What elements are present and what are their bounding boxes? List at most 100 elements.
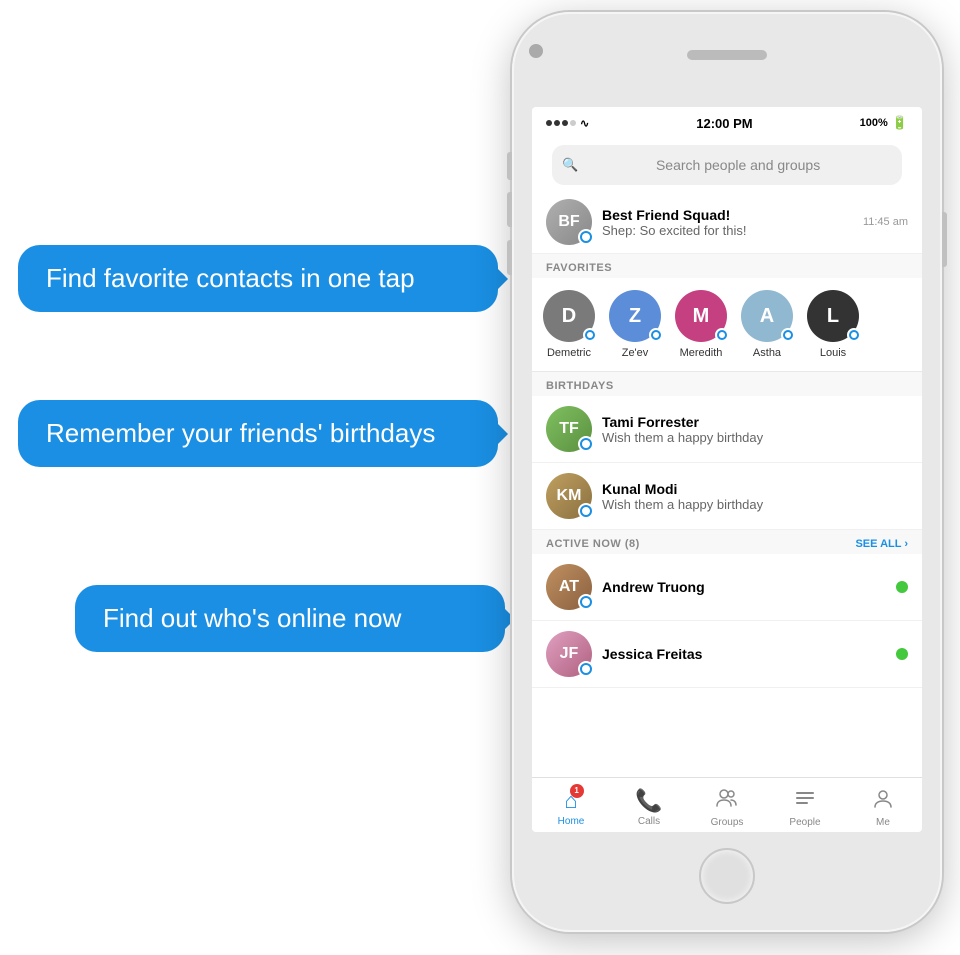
active-header: ACTIVE NOW (8) SEE ALL › xyxy=(532,530,922,554)
birthday-sub-tami: Wish them a happy birthday xyxy=(602,430,908,445)
status-time: 12:00 PM xyxy=(696,116,752,131)
favorite-item-zeev[interactable]: Z Ze'ev xyxy=(606,290,664,359)
callout-online-text: Find out who's online now xyxy=(103,603,401,634)
nav-calls-label: Calls xyxy=(638,816,660,827)
status-right: 100% 🔋 xyxy=(860,115,908,131)
birthday-item-kunal[interactable]: KM Kunal Modi Wish them a happy birthday xyxy=(532,463,922,530)
message-time: 11:45 am xyxy=(863,216,908,228)
online-indicator-jessica xyxy=(896,648,908,660)
birthdays-section-header: BIRTHDAYS xyxy=(532,372,922,396)
battery-icon: 🔋 xyxy=(892,115,908,131)
fav-name-zeev: Ze'ev xyxy=(622,347,649,359)
online-indicator-andrew xyxy=(896,581,908,593)
phone-frame: ∿ 12:00 PM 100% 🔋 🔍 Search people and gr… xyxy=(512,12,942,932)
active-item-andrew[interactable]: AT Andrew Truong xyxy=(532,554,922,621)
birthday-info-kunal: Kunal Modi Wish them a happy birthday xyxy=(602,481,908,512)
fav-badge-meredith xyxy=(715,328,729,342)
fav-name-meredith: Meredith xyxy=(680,347,723,359)
home-button[interactable] xyxy=(699,848,755,904)
fav-badge-demetric xyxy=(583,328,597,342)
groups-icon xyxy=(716,787,738,815)
nav-home-label: Home xyxy=(558,816,585,827)
favorites-section-header: FAVORITES xyxy=(532,254,922,278)
active-badge-andrew xyxy=(578,594,594,610)
message-info: Best Friend Squad! Shep: So excited for … xyxy=(602,207,853,238)
signal-dot-4 xyxy=(570,120,576,126)
favorites-row: D Demetric Z Ze'ev xyxy=(532,278,922,372)
nav-groups-label: Groups xyxy=(711,817,744,828)
phone-screen: ∿ 12:00 PM 100% 🔋 🔍 Search people and gr… xyxy=(532,107,922,832)
nav-calls[interactable]: 📞 Calls xyxy=(610,784,688,827)
fav-badge-astha xyxy=(781,328,795,342)
fav-badge-louis xyxy=(847,328,861,342)
signal-dot-3 xyxy=(562,120,568,126)
birthday-badge-tami xyxy=(578,436,594,452)
nav-me-label: Me xyxy=(876,817,890,828)
birthday-badge-kunal xyxy=(578,503,594,519)
nav-people-label: People xyxy=(789,817,820,828)
fav-name-demetric: Demetric xyxy=(547,347,591,359)
callout-birthdays-text: Remember your friends' birthdays xyxy=(46,418,435,449)
active-item-jessica[interactable]: JF Jessica Freitas xyxy=(532,621,922,688)
callout-favorites-text: Find favorite contacts in one tap xyxy=(46,263,415,294)
favorite-item-meredith[interactable]: M Meredith xyxy=(672,290,730,359)
people-icon xyxy=(794,787,816,815)
message-preview[interactable]: BF Best Friend Squad! Shep: So excited f… xyxy=(532,191,922,254)
active-badge-jessica xyxy=(578,661,594,677)
phone-speaker xyxy=(687,50,767,60)
phone-outer: ∿ 12:00 PM 100% 🔋 🔍 Search people and gr… xyxy=(512,12,942,932)
birthday-name-tami: Tami Forrester xyxy=(602,414,908,430)
favorite-item-demetric[interactable]: D Demetric xyxy=(540,290,598,359)
active-title: ACTIVE NOW (8) xyxy=(546,538,640,550)
signal-dot-2 xyxy=(554,120,560,126)
fav-avatar-demetric: D xyxy=(543,290,595,342)
birthday-sub-kunal: Wish them a happy birthday xyxy=(602,497,908,512)
calls-icon: 📞 xyxy=(635,788,662,814)
me-icon xyxy=(872,787,894,815)
signal-dot-1 xyxy=(546,120,552,126)
search-icon: 🔍 xyxy=(562,157,578,173)
message-avatar-wrap: BF xyxy=(546,199,592,245)
message-preview-text: Shep: So excited for this! xyxy=(602,223,853,238)
wifi-indicator: ∿ xyxy=(580,117,589,130)
fav-avatar-zeev: Z xyxy=(609,290,661,342)
signal-dots xyxy=(546,120,576,126)
search-bar[interactable]: 🔍 Search people and groups xyxy=(552,145,902,185)
fav-avatar-astha: A xyxy=(741,290,793,342)
birthday-name-kunal: Kunal Modi xyxy=(602,481,908,497)
birthday-avatar-wrap-kunal: KM xyxy=(546,473,592,519)
birthday-avatar-wrap-tami: TF xyxy=(546,406,592,452)
see-all-button[interactable]: SEE ALL › xyxy=(855,538,908,550)
volume-up-button[interactable] xyxy=(507,192,512,227)
birthday-info-tami: Tami Forrester Wish them a happy birthda… xyxy=(602,414,908,445)
active-avatar-wrap-andrew: AT xyxy=(546,564,592,610)
birthday-item-tami[interactable]: TF Tami Forrester Wish them a happy birt… xyxy=(532,396,922,463)
battery-percent: 100% xyxy=(860,117,888,129)
power-button[interactable] xyxy=(942,212,947,267)
messenger-badge xyxy=(578,229,594,245)
home-badge: 1 xyxy=(570,784,584,798)
mute-button[interactable] xyxy=(507,152,512,180)
nav-people[interactable]: People xyxy=(766,783,844,828)
message-name: Best Friend Squad! xyxy=(602,207,853,223)
status-left: ∿ xyxy=(546,117,589,130)
nav-home[interactable]: ⌂ 1 Home xyxy=(532,784,610,827)
callout-favorites: Find favorite contacts in one tap xyxy=(18,245,498,312)
active-name-andrew: Andrew Truong xyxy=(602,579,886,595)
bottom-nav: ⌂ 1 Home 📞 Calls xyxy=(532,777,922,832)
active-name-jessica: Jessica Freitas xyxy=(602,646,886,662)
nav-me[interactable]: Me xyxy=(844,783,922,828)
volume-down-button[interactable] xyxy=(507,240,512,275)
favorite-item-louis[interactable]: L Louis xyxy=(804,290,862,359)
fav-name-louis: Louis xyxy=(820,347,846,359)
callout-birthdays: Remember your friends' birthdays xyxy=(18,400,498,467)
fav-name-astha: Astha xyxy=(753,347,781,359)
fav-avatar-meredith: M xyxy=(675,290,727,342)
fav-avatar-louis: L xyxy=(807,290,859,342)
nav-groups[interactable]: Groups xyxy=(688,783,766,828)
fav-badge-zeev xyxy=(649,328,663,342)
favorite-item-astha[interactable]: A Astha xyxy=(738,290,796,359)
search-placeholder: Search people and groups xyxy=(584,157,892,173)
callout-online: Find out who's online now xyxy=(75,585,505,652)
home-icon: ⌂ 1 xyxy=(564,788,577,814)
